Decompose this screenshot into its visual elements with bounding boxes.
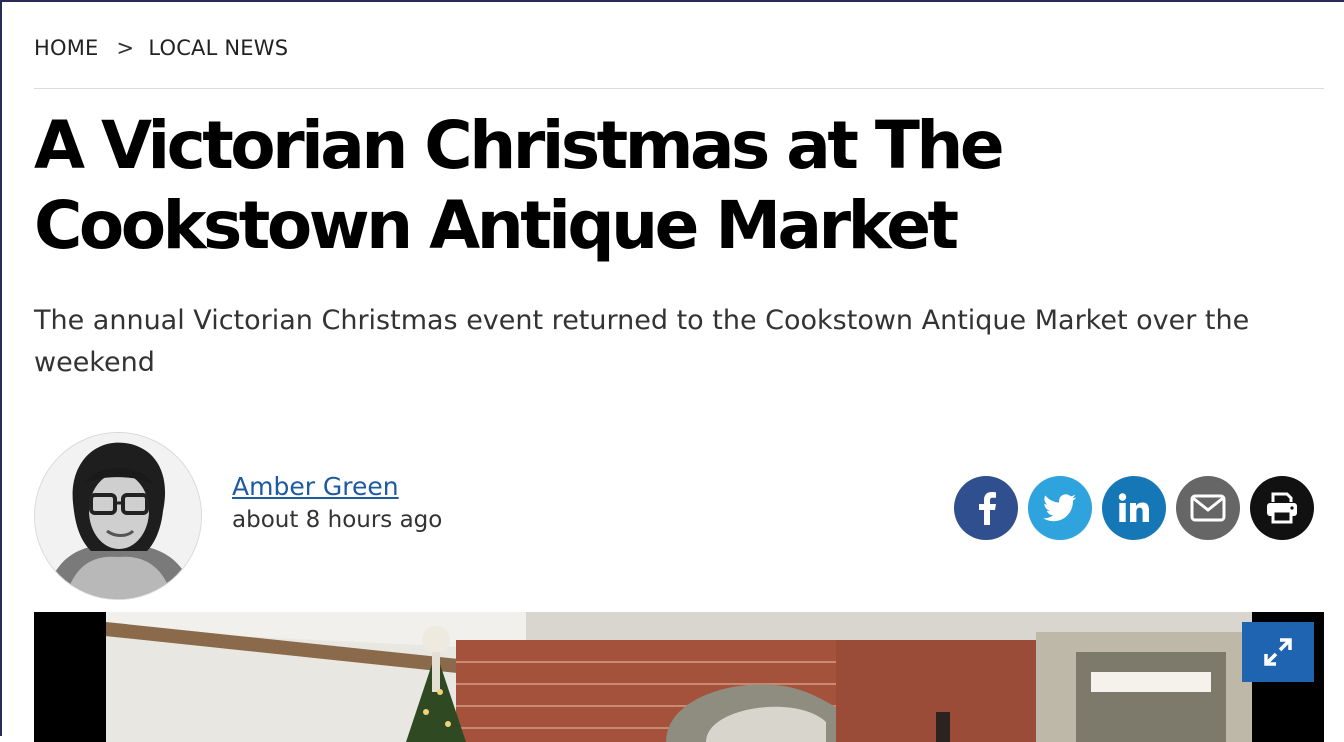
author-avatar[interactable] (34, 432, 202, 600)
share-buttons (954, 476, 1314, 540)
breadcrumb: HOME > LOCAL NEWS (34, 36, 288, 60)
breadcrumb-home-link[interactable]: HOME (34, 36, 99, 60)
byline: Amber Green about 8 hours ago (232, 472, 442, 533)
hero-photo (106, 612, 1252, 742)
article-title: A Victorian Christmas at The Cookstown A… (34, 107, 1005, 264)
share-linkedin-button[interactable] (1102, 476, 1166, 540)
print-icon (1267, 492, 1297, 524)
email-icon (1190, 494, 1226, 522)
divider (34, 88, 1324, 89)
author-photo (35, 433, 201, 599)
publish-time: about 8 hours ago (232, 507, 443, 533)
share-facebook-button[interactable] (954, 476, 1018, 540)
expand-icon (1264, 638, 1292, 666)
share-twitter-button[interactable] (1028, 476, 1092, 540)
breadcrumb-separator: > (116, 36, 135, 60)
expand-image-button[interactable] (1242, 622, 1314, 682)
print-button[interactable] (1250, 476, 1314, 540)
hero-photo-art (106, 612, 1252, 742)
facebook-icon (979, 492, 996, 525)
author-name-link[interactable]: Amber Green (232, 472, 442, 501)
share-email-button[interactable] (1176, 476, 1240, 540)
breadcrumb-section-link[interactable]: LOCAL NEWS (148, 36, 288, 60)
linkedin-icon (1118, 493, 1149, 522)
article-subhead: The annual Victorian Christmas event ret… (34, 305, 1250, 378)
article-hero-image[interactable] (34, 612, 1324, 742)
twitter-icon (1043, 494, 1076, 522)
